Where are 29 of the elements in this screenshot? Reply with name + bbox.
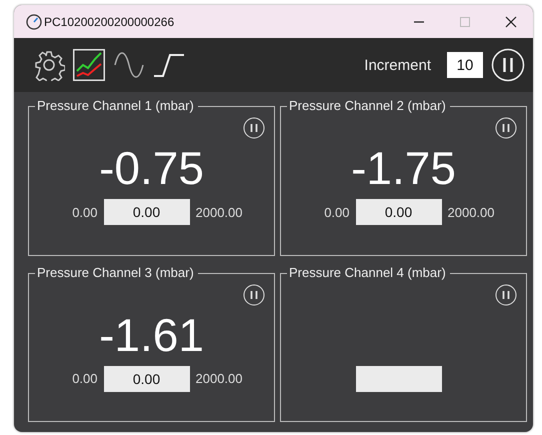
setpoint-field[interactable]: 0.00 xyxy=(104,199,190,225)
min-value: 0.00 xyxy=(72,204,98,220)
panel-title: Pressure Channel 2 (mbar) xyxy=(287,98,450,113)
min-value: 0.00 xyxy=(72,371,98,386)
pause-icon[interactable] xyxy=(495,284,517,306)
max-value: 2000.00 xyxy=(448,204,494,220)
settings-icon[interactable] xyxy=(33,49,65,81)
pause-icon[interactable] xyxy=(491,48,525,82)
close-icon[interactable] xyxy=(505,16,517,28)
pause-icon[interactable] xyxy=(243,117,265,139)
line-chart-icon[interactable] xyxy=(73,49,105,81)
setpoint-field[interactable]: 0.00 xyxy=(104,366,190,392)
pressure-reading: -1.61 xyxy=(99,308,204,362)
max-value: 2000.00 xyxy=(196,371,242,386)
min-value: 0.00 xyxy=(324,204,350,220)
panel-title: Pressure Channel 1 (mbar) xyxy=(35,98,198,113)
panel-title: Pressure Channel 3 (mbar) xyxy=(35,264,198,280)
pause-icon[interactable] xyxy=(243,284,265,306)
gauge-icon xyxy=(26,14,42,30)
max-value: 2000.00 xyxy=(196,204,242,220)
pressure-reading: -1.75 xyxy=(351,141,456,195)
window-title: PC10200200200000266 xyxy=(44,14,174,28)
setpoint-field[interactable] xyxy=(356,366,442,392)
setpoint-field[interactable]: 0.00 xyxy=(356,199,442,225)
pause-icon[interactable] xyxy=(495,117,517,139)
increment-field[interactable]: 10 xyxy=(447,52,483,78)
increment-label: Increment xyxy=(364,56,431,74)
panel-title: Pressure Channel 4 (mbar) xyxy=(287,264,450,280)
pressure-reading: -0.75 xyxy=(99,141,204,195)
